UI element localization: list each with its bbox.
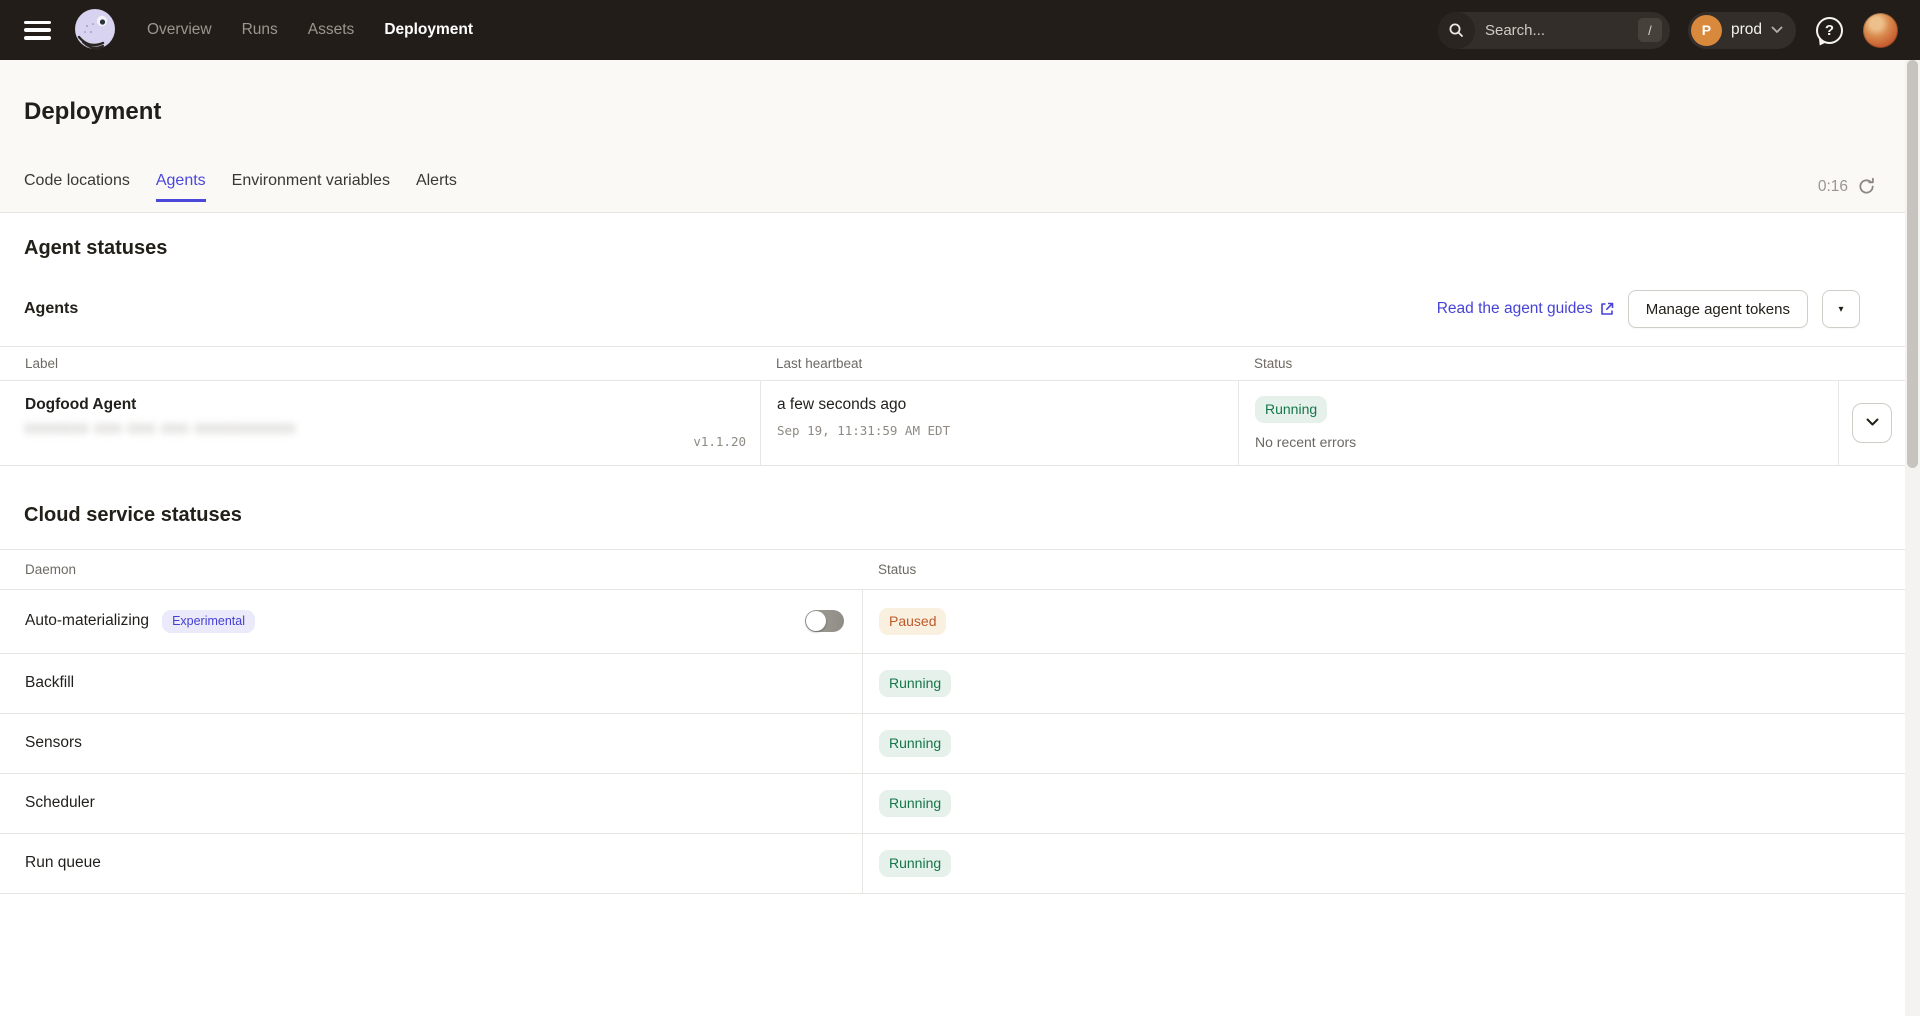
refresh-timer: 0:16 bbox=[1818, 177, 1876, 196]
daemon-name: Backfill bbox=[25, 674, 74, 692]
agent-guides-link[interactable]: Read the agent guides bbox=[1437, 300, 1614, 318]
daemon-name: Sensors bbox=[25, 734, 82, 752]
daemon-status-cell: Running bbox=[862, 654, 1905, 713]
daemon-row-backfill: Backfill Running bbox=[0, 654, 1905, 714]
agent-guides-link-label: Read the agent guides bbox=[1437, 300, 1593, 318]
daemon-row-run-queue: Run queue Running bbox=[0, 834, 1905, 894]
agent-row: Dogfood Agent 0000000 000 000 000 000000… bbox=[0, 381, 1905, 466]
search-shortcut-key: / bbox=[1638, 18, 1662, 42]
cloud-service-statuses-heading: Cloud service statuses bbox=[24, 504, 1920, 527]
status-badge: Paused bbox=[879, 608, 946, 635]
menu-icon[interactable] bbox=[24, 21, 51, 40]
chevron-down-icon bbox=[1866, 418, 1879, 427]
page-header: Deployment Code locations Agents Environ… bbox=[0, 60, 1920, 213]
daemon-name: Auto-materializing bbox=[25, 612, 149, 630]
top-nav: Overview Runs Assets Deployment / P prod… bbox=[0, 0, 1920, 60]
help-icon[interactable]: ? bbox=[1816, 17, 1843, 44]
column-header-last-heartbeat: Last heartbeat bbox=[760, 356, 1238, 371]
vertical-scrollbar[interactable] bbox=[1905, 60, 1920, 1016]
cloud-services-table: Daemon Status Auto-materializing Experim… bbox=[0, 549, 1905, 894]
agent-name: Dogfood Agent bbox=[25, 396, 744, 414]
status-badge: Running bbox=[879, 730, 951, 757]
external-link-icon bbox=[1600, 302, 1614, 316]
agents-subheading: Agents bbox=[24, 300, 78, 318]
tab-code-locations[interactable]: Code locations bbox=[24, 172, 130, 202]
agents-table: Label Last heartbeat Status Dogfood Agen… bbox=[0, 346, 1905, 466]
daemon-row-sensors: Sensors Running bbox=[0, 714, 1905, 774]
agent-more-actions-button[interactable]: ▾ bbox=[1822, 290, 1860, 328]
heartbeat-relative: a few seconds ago bbox=[777, 396, 1222, 414]
status-note: No recent errors bbox=[1255, 434, 1822, 450]
tab-bar: Code locations Agents Environment variab… bbox=[24, 172, 457, 202]
dagster-logo-icon[interactable] bbox=[69, 4, 121, 56]
refresh-icon[interactable] bbox=[1857, 177, 1876, 196]
auto-materializing-toggle[interactable] bbox=[805, 610, 844, 632]
column-header-status: Status bbox=[1238, 356, 1838, 371]
tab-agents[interactable]: Agents bbox=[156, 172, 206, 202]
daemon-name: Scheduler bbox=[25, 794, 95, 812]
daemon-row-auto-materializing: Auto-materializing Experimental Paused bbox=[0, 590, 1905, 654]
daemon-status-cell: Running bbox=[862, 834, 1905, 893]
heartbeat-timestamp: Sep 19, 11:31:59 AM EDT bbox=[777, 423, 1222, 438]
experimental-badge: Experimental bbox=[162, 610, 255, 633]
search-input[interactable] bbox=[1485, 22, 1605, 39]
nav-item-deployment[interactable]: Deployment bbox=[384, 21, 473, 39]
agent-row-expand-button[interactable] bbox=[1852, 403, 1892, 443]
manage-agent-tokens-button[interactable]: Manage agent tokens bbox=[1628, 290, 1808, 328]
status-badge: Running bbox=[879, 790, 951, 817]
status-badge: Running bbox=[1255, 396, 1327, 423]
scrollbar-thumb[interactable] bbox=[1907, 60, 1918, 468]
nav-item-runs[interactable]: Runs bbox=[242, 21, 278, 39]
tab-alerts[interactable]: Alerts bbox=[416, 172, 457, 202]
status-badge: Running bbox=[879, 850, 951, 877]
agent-label-cell: Dogfood Agent 0000000 000 000 000 000000… bbox=[0, 381, 760, 465]
agent-id-redacted: 0000000 000 000 000 00000000000 bbox=[25, 421, 297, 436]
daemon-name: Run queue bbox=[25, 854, 101, 872]
agent-row-actions-cell bbox=[1838, 381, 1905, 465]
nav-item-assets[interactable]: Assets bbox=[308, 21, 355, 39]
tab-environment-variables[interactable]: Environment variables bbox=[232, 172, 390, 202]
column-header-status: Status bbox=[862, 562, 1905, 577]
cloud-table-header: Daemon Status bbox=[0, 550, 1905, 590]
status-badge: Running bbox=[879, 670, 951, 697]
user-avatar[interactable] bbox=[1863, 13, 1898, 48]
deployment-switcher[interactable]: P prod bbox=[1688, 12, 1796, 49]
daemon-status-cell: Running bbox=[862, 774, 1905, 833]
agent-status-cell: Running No recent errors bbox=[1238, 381, 1838, 465]
agent-heartbeat-cell: a few seconds ago Sep 19, 11:31:59 AM ED… bbox=[760, 381, 1238, 465]
agents-table-header: Label Last heartbeat Status bbox=[0, 347, 1905, 381]
agent-statuses-heading: Agent statuses bbox=[24, 237, 1920, 260]
page-title: Deployment bbox=[24, 98, 161, 126]
refresh-countdown: 0:16 bbox=[1818, 178, 1848, 196]
search-box[interactable]: / bbox=[1438, 12, 1670, 49]
daemon-row-scheduler: Scheduler Running bbox=[0, 774, 1905, 834]
deployment-switcher-label: prod bbox=[1731, 21, 1762, 39]
agents-toolbar: Agents Read the agent guides Manage agen… bbox=[24, 290, 1860, 328]
primary-nav: Overview Runs Assets Deployment bbox=[147, 21, 473, 39]
search-icon bbox=[1438, 12, 1475, 49]
deployment-avatar: P bbox=[1691, 15, 1722, 46]
column-header-daemon: Daemon bbox=[0, 562, 862, 577]
nav-item-overview[interactable]: Overview bbox=[147, 21, 212, 39]
agent-version: v1.1.20 bbox=[693, 434, 746, 449]
daemon-name-cell: Auto-materializing Experimental bbox=[0, 590, 862, 653]
daemon-status-cell: Running bbox=[862, 714, 1905, 773]
column-header-label: Label bbox=[0, 356, 760, 371]
daemon-status-cell: Paused bbox=[862, 590, 1905, 653]
chevron-down-icon bbox=[1771, 26, 1783, 34]
